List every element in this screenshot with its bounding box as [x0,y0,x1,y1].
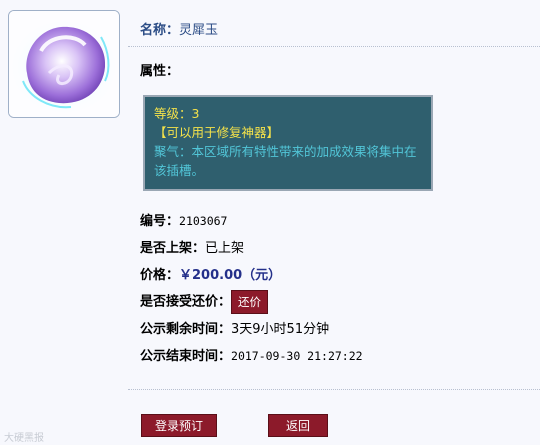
back-button[interactable]: 返回 [268,414,328,437]
remain-row: 公示剩余时间：3天9小时51分钟 [140,318,329,337]
remain-label: 公示剩余时间： [140,322,232,337]
item-id: 2103067 [179,214,228,228]
divider [128,46,540,47]
bargain-label: 是否接受还价： [140,294,232,310]
price-row: 价格：￥200.00（元） [140,264,281,283]
attr-label: 属性： [140,64,180,79]
name-label: 名称： [140,23,180,38]
bargain-row: 是否接受还价： 还价 [140,290,269,314]
listed-status: 已上架 [205,241,245,256]
attributes-panel: 等级：3 【可以用于修复神器】 聚气：本区域所有特性带来的加成效果将集中在该插槽… [143,95,433,191]
divider [128,389,540,390]
price-value: ￥200.00（元） [179,268,282,283]
bargain-button[interactable]: 还价 [231,290,269,314]
effect-desc: 聚气：本区域所有特性带来的加成效果将集中在该插槽。 [154,144,417,178]
watermark: 大硬黑报 [4,433,44,444]
item-name: 灵犀玉 [179,23,219,38]
end-label: 公示结束时间： [140,349,232,364]
item-image [8,10,120,118]
repair-text: 【可以用于修复神器】 [154,125,280,140]
remain-time: 3天9小时51分钟 [231,322,330,337]
login-reserve-button[interactable]: 登录预订 [141,414,217,437]
end-row: 公示结束时间：2017-09-30 21:27:22 [140,345,363,364]
item-name-row: 名称：灵犀玉 [140,19,218,38]
end-time: 2017-09-30 21:27:22 [231,349,363,363]
level-text: 等级：3 [154,106,200,121]
listed-row: 是否上架：已上架 [140,237,244,256]
id-row: 编号：2103067 [140,210,227,229]
id-label: 编号： [140,214,180,229]
listed-label: 是否上架： [140,241,206,256]
price-label: 价格： [140,268,180,283]
